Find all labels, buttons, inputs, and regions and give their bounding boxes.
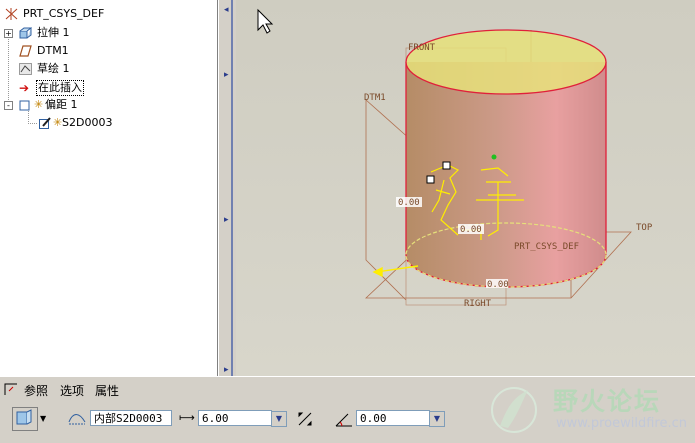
tree-item-label: 在此插入 [36,80,84,96]
tree-item-s2d0003[interactable]: ✳ S2D0003 [0,114,210,132]
label-front: FRONT [408,43,436,53]
drag-handle[interactable] [442,161,451,170]
splitter-bar [231,0,233,376]
tree-item-csys[interactable]: PRT_CSYS_DEF [0,5,210,23]
tab-options[interactable]: 选项 [60,382,84,399]
reference-tab-icon [3,381,19,397]
model-tree: PRT_CSYS_DEF + 拉伸 1 DTM1 草绘 1 ➔ 在此插入 - ✳… [0,0,218,376]
offset-distance-input[interactable]: 6.00 [198,410,272,426]
label-top: TOP [636,223,653,233]
offset-distance-icon: ⟼ [179,411,195,424]
dimension-value[interactable]: 0.00 [487,280,509,290]
datum-plane-icon [19,45,32,57]
tree-splitter[interactable]: ◂ ▸ ▸ ▸ [218,0,235,376]
offset-feature-icon [19,100,30,111]
dimension-value[interactable]: 0.00 [398,198,420,208]
tree-item-label: DTM1 [37,44,69,57]
dimension-value[interactable]: 0.00 [460,225,482,235]
offset-distance-dropdown[interactable]: ▼ [271,411,287,427]
label-dtm1: DTM1 [364,93,386,103]
offset-type-button[interactable] [12,407,38,431]
sketch-child-icon [39,117,51,129]
angle-dropdown[interactable]: ▼ [429,411,445,427]
sketch-icon [19,63,32,75]
graphics-viewport[interactable]: FRONT DTM1 TOP RIGHT PRT_CSYS_DEF 0.00 0… [236,0,695,376]
expand-right-arrow-icon[interactable]: ▸ [224,215,229,225]
offset-type-icon [16,409,32,425]
tree-item-label: 偏距 1 [45,98,78,111]
watermark-url: www.proewildfire.cn [556,416,687,431]
watermark-text: 野火论坛 [553,387,662,416]
mouse-cursor-icon [257,8,274,34]
tree-item-label: 草绘 1 [37,62,70,75]
tree-item-offset[interactable]: - ✳ 偏距 1 [0,96,210,114]
forum-watermark: 野火论坛 www.proewildfire.cn [480,378,692,440]
expand-right-arrow-icon[interactable]: ▸ [224,70,229,80]
csys-icon [5,8,18,20]
drag-handle[interactable] [426,175,435,184]
expand-right-arrow-icon[interactable]: ▸ [224,365,229,375]
tree-item-extrude[interactable]: + 拉伸 1 [0,24,210,42]
tree-item-label: PRT_CSYS_DEF [23,7,105,20]
dropdown-arrow-icon[interactable]: ▼ [40,414,46,423]
tree-item-sketch[interactable]: 草绘 1 [0,60,210,78]
collapse-icon[interactable]: - [4,101,13,110]
insert-here-arrow-icon: ➔ [19,81,30,95]
watermark-logo-icon [491,387,537,433]
label-csys: PRT_CSYS_DEF [514,242,579,252]
regen-star-icon: ✳ [53,116,63,129]
direction-arrow-icon[interactable] [372,265,419,278]
angle-icon [334,410,354,428]
sketch-origin-marker [491,154,497,160]
label-right: RIGHT [464,299,492,309]
model-canvas[interactable]: FRONT DTM1 TOP RIGHT PRT_CSYS_DEF 0.00 0… [236,0,695,376]
tree-item-dtm1[interactable]: DTM1 [0,42,210,60]
tree-item-insert-here[interactable]: ➔ 在此插入 [0,78,210,96]
tree-item-label: 拉伸 1 [37,26,70,39]
flip-direction-icon[interactable] [296,410,314,428]
sketch-reference-icon[interactable] [67,410,87,428]
regen-star-icon: ✳ [34,98,44,111]
angle-input[interactable]: 0.00 [356,410,430,426]
tab-references[interactable]: 参照 [24,382,48,399]
extrude-icon [19,27,32,39]
tree-item-label: S2D0003 [62,116,113,129]
cylinder-top-face[interactable] [405,29,607,95]
sketch-reference-field[interactable]: 内部S2D0003 [90,410,172,426]
expand-icon[interactable]: + [4,29,13,38]
collapse-left-arrow-icon[interactable]: ◂ [224,5,229,15]
tab-properties[interactable]: 属性 [95,382,119,399]
